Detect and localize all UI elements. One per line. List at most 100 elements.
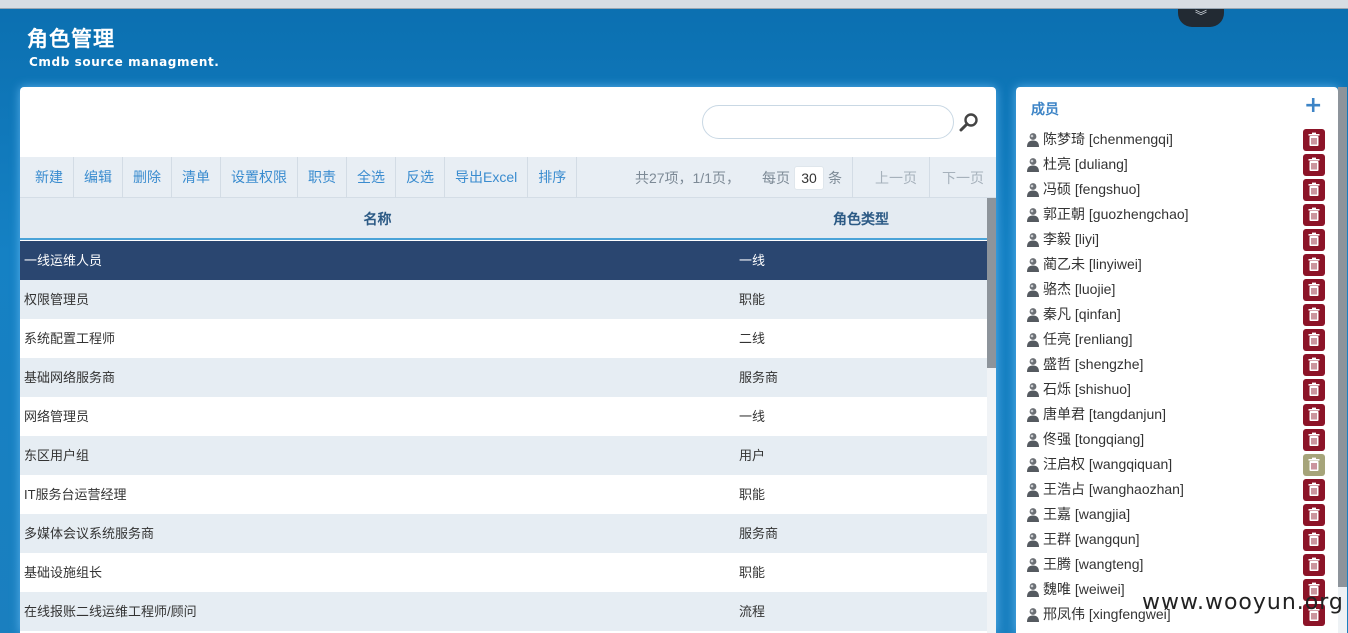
table-row[interactable]: IT服务台运营经理 职能 [20,475,987,514]
member-item[interactable]: 王腾 [wangteng] [1026,552,1326,577]
user-icon [1026,132,1040,148]
sort-button[interactable]: 排序 [528,156,578,198]
member-item[interactable]: 汪启权 [wangqiquan] [1026,452,1326,477]
member-item[interactable]: 佟强 [tongqiang] [1026,427,1326,452]
cell-name: IT服务台运营经理 [24,487,127,502]
member-item[interactable]: 骆杰 [luojie] [1026,277,1326,302]
table-row[interactable]: 多媒体会议系统服务商 服务商 [20,514,987,553]
member-name: 王腾 [wangteng] [1043,556,1144,572]
member-item[interactable]: 石烁 [shishuo] [1026,377,1326,402]
remove-member-button[interactable] [1303,129,1325,151]
user-icon [1026,282,1040,298]
remove-member-button[interactable] [1303,154,1325,176]
per-page-input[interactable]: 30 [794,165,824,190]
members-scrollbar-thumb[interactable] [1338,87,1347,587]
remove-member-button[interactable] [1303,279,1325,301]
member-item[interactable]: 郭正朝 [guozhengchao] [1026,202,1326,227]
remove-member-button[interactable] [1303,504,1325,526]
member-name: 石烁 [shishuo] [1043,381,1131,397]
table-row[interactable]: 基础设施组长 职能 [20,553,987,592]
member-item[interactable]: 秦凡 [qinfan] [1026,302,1326,327]
select-all-button[interactable]: 全选 [347,156,396,198]
member-item[interactable]: 王浩占 [wanghaozhan] [1026,477,1326,502]
table-row[interactable]: 基础网络服务商 服务商 [20,358,987,397]
pager-info: 共27项，1/1页， [634,169,740,186]
table-scrollbar-thumb[interactable] [987,198,996,368]
member-item[interactable]: 唐单君 [tangdanjun] [1026,402,1326,427]
member-name: 骆杰 [luojie] [1043,281,1116,297]
user-icon [1026,257,1040,273]
set-permissions-button[interactable]: 设置权限 [221,156,298,198]
table-row[interactable]: 网络管理员 一线 [20,397,987,436]
new-button[interactable]: 新建 [20,156,74,198]
prev-page-button[interactable]: 上一页 [863,168,929,188]
user-icon [1026,557,1040,573]
member-item[interactable]: 盛哲 [shengzhe] [1026,352,1326,377]
table-row[interactable]: 系统配置工程师 二线 [20,319,987,358]
member-item[interactable]: 李毅 [liyi] [1026,227,1326,252]
user-icon [1026,532,1040,548]
table-body: 一线运维人员 一线 权限管理员 职能 系统配置工程师 二线 基础网络服务商 服务… [20,241,987,631]
export-excel-button[interactable]: 导出Excel [445,156,529,198]
remove-member-button[interactable] [1303,229,1325,251]
member-name: 蔺乙未 [linyiwei] [1043,256,1142,272]
remove-member-button[interactable] [1303,179,1325,201]
user-icon [1026,207,1040,223]
remove-member-button[interactable] [1303,454,1325,476]
remove-member-button[interactable] [1303,479,1325,501]
remove-member-button[interactable] [1303,304,1325,326]
delete-button[interactable]: 删除 [123,156,172,198]
collapse-header-tab[interactable]: ︾ [1178,9,1224,27]
cell-name: 权限管理员 [24,292,90,307]
pager: 共27项，1/1页， 每页 30 条 上一页 下一页 [635,157,996,198]
list-button[interactable]: 清单 [172,156,221,198]
browser-top-strip [0,0,1348,9]
remove-member-button[interactable] [1303,254,1325,276]
user-icon [1026,457,1040,473]
column-header-role-type[interactable]: 角色类型 [735,198,987,240]
remove-member-button[interactable] [1303,404,1325,426]
user-icon [1026,232,1040,248]
page-title: 角色管理 [27,27,115,51]
search-icon[interactable] [958,111,980,133]
invert-selection-button[interactable]: 反选 [396,156,445,198]
member-name: 任亮 [renliang] [1043,331,1133,347]
duties-button[interactable]: 职责 [298,156,347,198]
table-row[interactable]: 一线运维人员 一线 [20,241,987,280]
user-icon [1026,157,1040,173]
remove-member-button[interactable] [1303,354,1325,376]
user-icon [1026,332,1040,348]
member-item[interactable]: 蔺乙未 [linyiwei] [1026,252,1326,277]
member-item[interactable]: 陈梦琦 [chenmengqi] [1026,127,1326,152]
user-icon [1026,432,1040,448]
add-member-icon[interactable]: + [1304,95,1322,117]
search-input[interactable] [702,105,954,139]
cell-name: 多媒体会议系统服务商 [24,526,155,541]
remove-member-button[interactable] [1303,429,1325,451]
member-item[interactable]: 王群 [wangqun] [1026,527,1326,552]
roles-panel: 新建 编辑 删除 清单 设置权限 职责 全选 反选 导出Excel 排序 共27… [20,87,996,633]
cell-name: 在线报账二线运维工程师/顾问 [24,604,197,619]
member-item[interactable]: 冯硕 [fengshuo] [1026,177,1326,202]
cell-name: 基础设施组长 [24,565,103,580]
table-row[interactable]: 权限管理员 职能 [20,280,987,319]
table-row[interactable]: 在线报账二线运维工程师/顾问 流程 [20,592,987,631]
remove-member-button[interactable] [1303,554,1325,576]
remove-member-button[interactable] [1303,204,1325,226]
cell-role-type: 服务商 [739,526,779,541]
next-page-button[interactable]: 下一页 [930,168,996,188]
member-item[interactable]: 杜亮 [duliang] [1026,152,1326,177]
remove-member-button[interactable] [1303,329,1325,351]
member-name: 王群 [wangqun] [1043,531,1140,547]
table-row[interactable]: 东区用户组 用户 [20,436,987,475]
cell-role-type: 二线 [739,331,766,346]
remove-member-button[interactable] [1303,379,1325,401]
column-header-name[interactable]: 名称 [20,198,735,240]
member-name: 杜亮 [duliang] [1043,156,1128,172]
member-item[interactable]: 任亮 [renliang] [1026,327,1326,352]
member-item[interactable]: 王嘉 [wangjia] [1026,502,1326,527]
remove-member-button[interactable] [1303,529,1325,551]
members-panel: 成员 + 陈梦琦 [chenmengqi] 杜亮 [duliang] 冯硕 [fen… [1016,87,1338,633]
edit-button[interactable]: 编辑 [74,156,123,198]
cell-role-type: 一线 [739,409,766,424]
